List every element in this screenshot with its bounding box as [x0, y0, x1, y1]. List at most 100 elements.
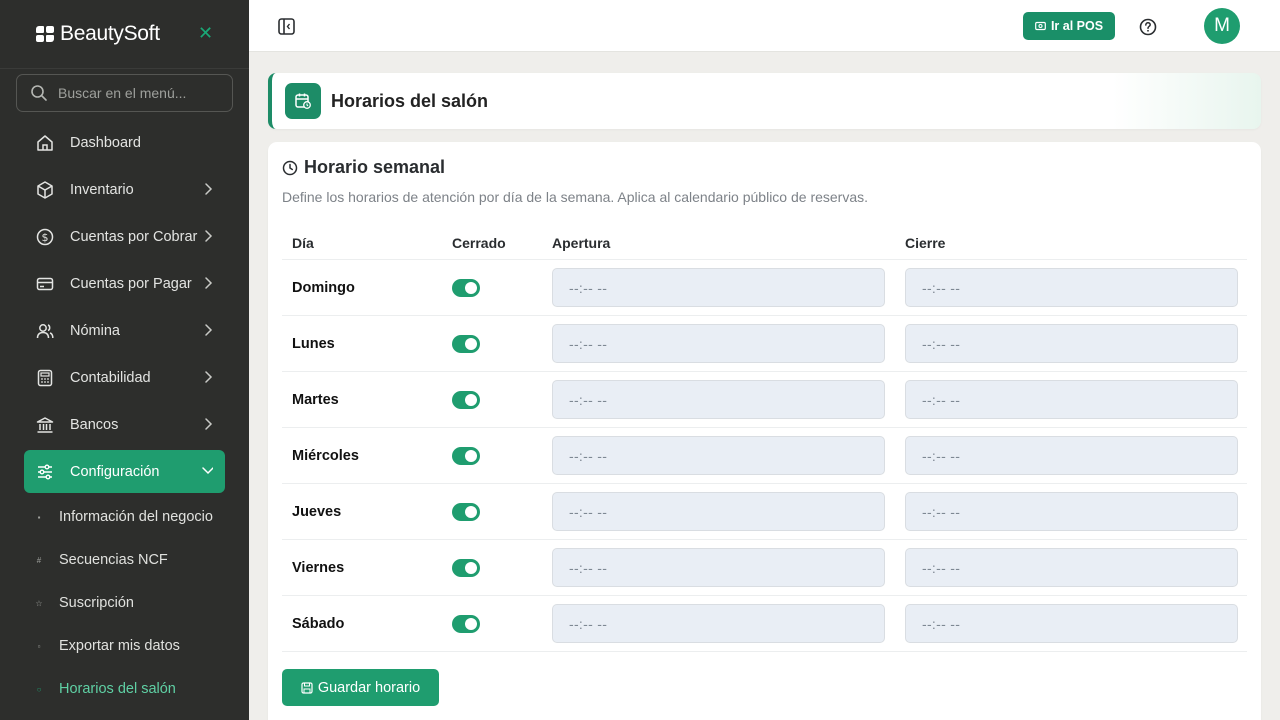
opening-time-input[interactable]: --:-- --: [552, 268, 885, 307]
box-icon: [37, 180, 53, 199]
sidebar-toggle-icon[interactable]: [278, 18, 295, 35]
chevron-right-icon: [205, 183, 213, 195]
subitem-horarios-del-salon[interactable]: ○ Horarios del salón: [36, 681, 241, 697]
table-row: Martes --:-- -- --:-- --: [282, 372, 1247, 428]
card-title: Horario semanal: [282, 157, 445, 178]
sliders-icon: [38, 464, 52, 479]
closing-time-input[interactable]: --:-- --: [905, 324, 1238, 363]
schedule-table: Día Cerrado Apertura Cierre Domingo --:-…: [282, 227, 1247, 652]
closing-time-input[interactable]: --:-- --: [905, 492, 1238, 531]
hash-icon: #: [36, 555, 42, 565]
save-schedule-button[interactable]: Guardar horario: [282, 669, 439, 706]
menu-search-input[interactable]: Buscar en el menú...: [16, 74, 233, 112]
column-header-closed: Cerrado: [452, 235, 506, 251]
card-description: Define los horarios de atención por día …: [282, 189, 869, 205]
sidebar-item-configuracion[interactable]: Configuración: [24, 450, 225, 493]
calculator-icon: [37, 369, 53, 386]
closed-toggle[interactable]: [452, 558, 480, 577]
sidebar-item-label: Dashboard: [70, 134, 141, 151]
user-avatar[interactable]: M: [1204, 8, 1240, 44]
dollar-circle-icon: $: [36, 228, 54, 245]
info-icon: ▪: [37, 512, 41, 522]
closed-toggle[interactable]: [452, 278, 480, 297]
subitem-label: Secuencias NCF: [59, 552, 168, 568]
sidebar-item-bancos[interactable]: Bancos: [24, 403, 225, 446]
go-to-pos-button[interactable]: Ir al POS: [1023, 12, 1115, 40]
sidebar-item-label: Cuentas por Pagar: [70, 275, 192, 292]
opening-time-input[interactable]: --:-- --: [552, 604, 885, 643]
day-label: Viernes: [292, 559, 345, 576]
help-icon[interactable]: [1139, 18, 1157, 36]
day-label: Miércoles: [292, 447, 359, 464]
closing-time-input[interactable]: --:-- --: [905, 380, 1238, 419]
star-icon: ☆: [35, 598, 43, 608]
page-header: Horarios del salón: [268, 73, 1261, 129]
sidebar-item-label: Nómina: [70, 322, 120, 339]
home-icon: [37, 134, 53, 151]
day-label: Sábado: [292, 615, 345, 632]
subitem-secuencias-ncf[interactable]: # Secuencias NCF: [36, 552, 241, 568]
closing-time-input[interactable]: --:-- --: [905, 268, 1238, 307]
chevron-right-icon: [205, 371, 213, 383]
subitem-exportar-mis-datos[interactable]: ▫ Exportar mis datos: [36, 638, 241, 654]
svg-text:$: $: [42, 231, 49, 244]
opening-time-input[interactable]: --:-- --: [552, 380, 885, 419]
day-label: Martes: [292, 391, 339, 408]
closing-time-input[interactable]: --:-- --: [905, 548, 1238, 587]
close-sidebar-icon[interactable]: ✕: [198, 24, 213, 42]
column-header-close: Cierre: [905, 235, 946, 251]
search-icon: [31, 85, 47, 101]
sidebar-item-cuentas-por-cobrar[interactable]: $ Cuentas por Cobrar: [24, 215, 225, 258]
day-label: Jueves: [292, 503, 342, 520]
sidebar-item-nomina[interactable]: Nómina: [24, 309, 225, 352]
credit-card-icon: [36, 277, 54, 290]
subitem-label: Suscripción: [59, 595, 134, 611]
sidebar-item-inventario[interactable]: Inventario: [24, 168, 225, 211]
dot-icon: ○: [36, 684, 42, 694]
opening-time-input[interactable]: --:-- --: [552, 436, 885, 475]
chevron-right-icon: [205, 277, 213, 289]
cash-icon: [1035, 21, 1046, 31]
column-header-open: Apertura: [552, 235, 611, 251]
opening-time-input[interactable]: --:-- --: [552, 492, 885, 531]
card-title-text: Horario semanal: [304, 157, 446, 177]
search-placeholder: Buscar en el menú...: [58, 85, 187, 101]
closed-toggle[interactable]: [452, 390, 480, 409]
table-row: Jueves --:-- -- --:-- --: [282, 484, 1247, 540]
weekly-schedule-card: Horario semanal Define los horarios de a…: [268, 142, 1261, 720]
chevron-right-icon: [205, 418, 213, 430]
sidebar-item-cuentas-por-pagar[interactable]: Cuentas por Pagar: [24, 262, 225, 305]
closed-toggle[interactable]: [452, 334, 480, 353]
subitem-label: Exportar mis datos: [59, 638, 180, 654]
table-row: Viernes --:-- -- --:-- --: [282, 540, 1247, 596]
opening-time-input[interactable]: --:-- --: [552, 548, 885, 587]
opening-time-input[interactable]: --:-- --: [552, 324, 885, 363]
closed-toggle[interactable]: [452, 446, 480, 465]
users-icon: [36, 323, 54, 338]
save-button-label: Guardar horario: [317, 679, 421, 696]
subitem-label: Información del negocio: [59, 509, 213, 525]
topbar: Ir al POS M: [249, 0, 1280, 52]
closing-time-input[interactable]: --:-- --: [905, 604, 1238, 643]
brand-name: BeautySoft: [60, 22, 160, 45]
calendar-clock-icon: [285, 83, 321, 119]
chevron-right-icon: [205, 230, 213, 242]
sidebar-item-label: Configuración: [70, 463, 160, 480]
logo-icon: [36, 26, 54, 42]
sidebar-item-contabilidad[interactable]: Contabilidad: [24, 356, 225, 399]
column-header-day: Día: [292, 235, 314, 251]
sidebar-item-dashboard[interactable]: Dashboard: [24, 121, 225, 164]
subitem-informacion-del-negocio[interactable]: ▪ Información del negocio: [36, 509, 241, 525]
sidebar-item-label: Inventario: [70, 181, 134, 198]
closing-time-input[interactable]: --:-- --: [905, 436, 1238, 475]
table-row: Domingo --:-- -- --:-- --: [282, 260, 1247, 316]
subitem-suscripcion[interactable]: ☆ Suscripción: [35, 595, 241, 611]
bank-icon: [36, 416, 54, 433]
table-row: Miércoles --:-- -- --:-- --: [282, 428, 1247, 484]
closed-toggle[interactable]: [452, 614, 480, 633]
subitem-label: Horarios del salón: [59, 681, 176, 697]
chevron-down-icon: [202, 467, 213, 475]
closed-toggle[interactable]: [452, 502, 480, 521]
table-header: Día Cerrado Apertura Cierre: [282, 227, 1247, 260]
sidebar-item-label: Bancos: [70, 416, 119, 433]
